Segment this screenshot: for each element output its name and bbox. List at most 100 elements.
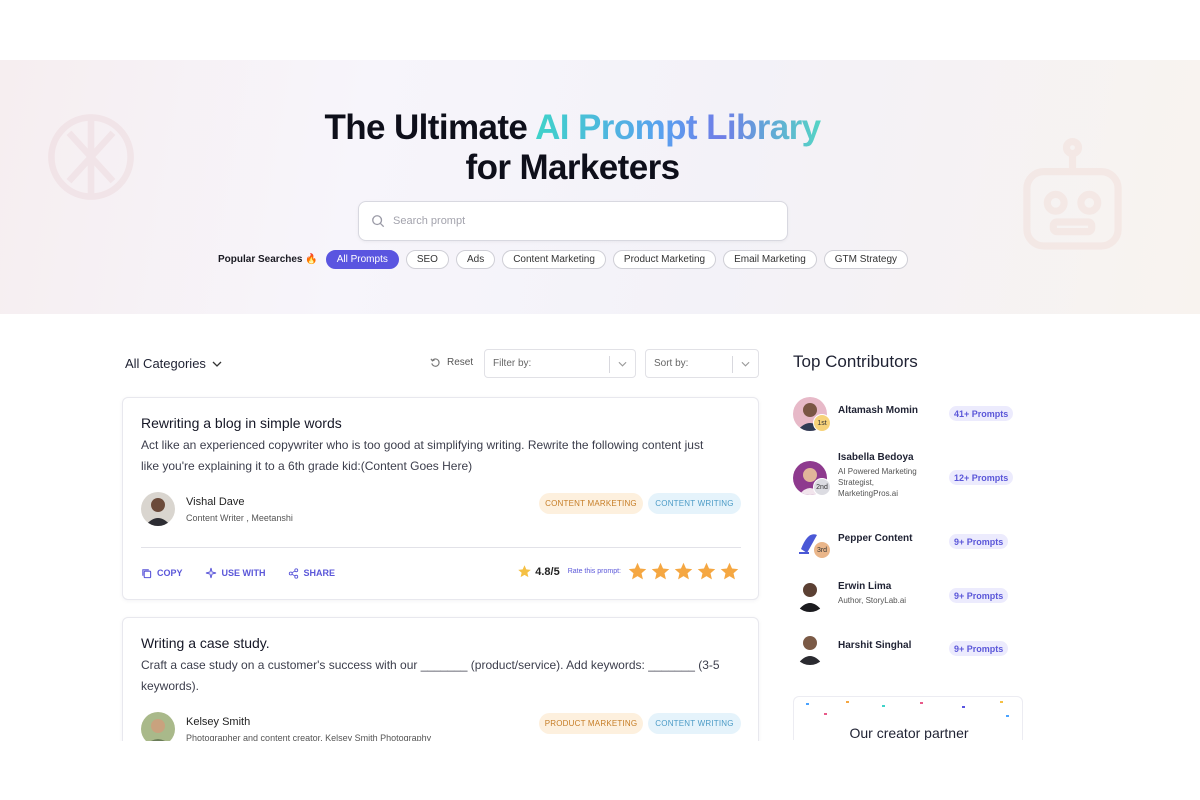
contributor-name: Pepper Content xyxy=(838,533,913,544)
share-icon xyxy=(288,567,298,579)
top-contributors-title: Top Contributors xyxy=(793,352,918,371)
contributor-item[interactable]: 3rd Pepper Content 9+ Prompts xyxy=(793,527,1033,563)
chip-content-marketing[interactable]: Content Marketing xyxy=(502,249,606,269)
rating-score: 4.8/5 xyxy=(535,565,560,578)
chip-seo[interactable]: SEO xyxy=(405,249,449,269)
hero-section: The Ultimate AI Prompt Library for Marke… xyxy=(0,60,1200,314)
contributor-name: Isabella Bedoya xyxy=(838,452,914,463)
tag-content-writing[interactable]: CONTENT WRITING xyxy=(648,493,741,514)
author-name: Vishal Dave xyxy=(186,495,245,508)
title-highlight: AI Prompt Library xyxy=(535,108,821,147)
prompt-count-badge: 9+ Prompts xyxy=(949,588,1009,603)
chip-product-marketing[interactable]: Product Marketing xyxy=(612,249,717,269)
rate-stars[interactable] xyxy=(625,561,740,582)
confetti xyxy=(824,713,827,715)
page-title: The Ultimate AI Prompt Library for Marke… xyxy=(0,108,1145,188)
use-with-label: USE WITH xyxy=(221,568,266,578)
author-name: Kelsey Smith xyxy=(186,715,251,728)
card-actions: COPY USE WITH SHARE xyxy=(141,567,357,579)
rank-badge: 2nd xyxy=(813,478,831,496)
prompt-count-badge: 9+ Prompts xyxy=(949,641,1009,656)
confetti xyxy=(882,705,885,707)
rate-star-icon[interactable] xyxy=(627,561,648,582)
viewport-bottom xyxy=(0,741,1200,800)
contributor-name: Erwin Lima xyxy=(838,581,892,592)
creator-partner-card: Our creator partner xyxy=(793,696,1023,740)
search-box[interactable] xyxy=(358,201,788,241)
tag-content-marketing[interactable]: CONTENT MARKETING xyxy=(539,493,643,514)
select-separator xyxy=(732,356,733,373)
avatar xyxy=(793,578,827,612)
avatar xyxy=(141,492,175,526)
title-part1: The Ultimate xyxy=(324,108,536,147)
filter-toolbar: All Categories Reset Filter by: Sort by: xyxy=(122,349,759,378)
contributor-name: Harshit Singhal xyxy=(838,640,912,651)
use-with-button[interactable]: USE WITH xyxy=(205,567,266,579)
creator-partner-title: Our creator partner xyxy=(849,725,969,740)
copy-icon xyxy=(142,568,152,578)
rank-badge: 3rd xyxy=(813,541,831,559)
prompt-count-badge: 12+ Prompts xyxy=(949,470,1014,485)
all-categories-label: All Categories xyxy=(125,356,206,371)
card-divider xyxy=(141,547,741,548)
sort-by-select[interactable]: Sort by: xyxy=(645,349,759,378)
chip-ads[interactable]: Ads xyxy=(455,249,496,269)
contributor-item[interactable]: Erwin Lima Author, StoryLab.ai 9+ Prompt… xyxy=(793,578,1033,614)
sort-by-label: Sort by: xyxy=(654,358,689,369)
rating-area: 4.8/5 Rate this prompt: xyxy=(517,561,740,582)
prompt-title: Writing a case study. xyxy=(141,635,270,651)
prompt-text: Act like an experienced copywriter who i… xyxy=(141,438,704,473)
reset-label: Reset xyxy=(447,357,474,368)
prompt-title: Rewriting a blog in simple words xyxy=(141,415,342,431)
filter-by-label: Filter by: xyxy=(493,358,532,369)
tag-product-marketing[interactable]: PRODUCT MARKETING xyxy=(539,713,643,734)
prompt-count-badge: 9+ Prompts xyxy=(949,534,1009,549)
contributor-item[interactable]: 1st Altamash Momin 41+ Prompts xyxy=(793,397,1033,437)
sparkle-icon xyxy=(205,567,216,579)
contributor-item[interactable]: Harshit Singhal 9+ Prompts xyxy=(793,631,1033,667)
contributor-name: Altamash Momin xyxy=(838,405,919,416)
contributor-role: Author, StoryLab.ai xyxy=(838,596,907,605)
confetti xyxy=(806,703,809,705)
rate-star-icon[interactable] xyxy=(650,561,671,582)
reset-button[interactable]: Reset xyxy=(430,357,473,368)
confetti xyxy=(962,706,965,708)
prompt-author[interactable]: Vishal Dave Content Writer , Meetanshi xyxy=(141,492,293,526)
rate-star-icon[interactable] xyxy=(696,561,717,582)
role-line: MarketingPros.ai xyxy=(838,489,899,498)
copy-label: COPY xyxy=(157,568,183,578)
contributor-role: AI Powered Marketing Strategist, Marketi… xyxy=(838,466,917,499)
title-part2: for Marketers xyxy=(465,148,681,187)
share-label: SHARE xyxy=(303,568,336,578)
prompt-card[interactable]: Writing a case study. Craft a case study… xyxy=(122,617,759,757)
rank-badge: 1st xyxy=(813,414,831,432)
search-input[interactable] xyxy=(393,215,753,227)
contributor-item[interactable]: 2nd Isabella Bedoya AI Powered Marketing… xyxy=(793,451,1033,501)
filter-by-select[interactable]: Filter by: xyxy=(484,349,636,378)
chip-gtm-strategy[interactable]: GTM Strategy xyxy=(823,249,909,269)
author-role: Content Writer , Meetanshi xyxy=(186,512,293,523)
prompt-card[interactable]: Rewriting a blog in simple words Act lik… xyxy=(122,397,759,600)
reset-icon xyxy=(430,358,440,367)
role-line: Strategist, xyxy=(838,478,875,487)
select-separator xyxy=(609,356,610,373)
rate-star-icon[interactable] xyxy=(673,561,694,582)
prompt-count-badge: 41+ Prompts xyxy=(949,406,1014,421)
rate-prompt-label: Rate this prompt: xyxy=(567,568,621,575)
share-button[interactable]: SHARE xyxy=(288,567,336,579)
popular-searches-label: Popular Searches 🔥 xyxy=(218,253,318,265)
confetti xyxy=(1000,701,1003,703)
all-categories-dropdown[interactable]: All Categories xyxy=(125,356,222,371)
role-line: AI Powered Marketing xyxy=(838,467,917,476)
chevron-down-icon xyxy=(741,361,750,367)
tag-content-writing[interactable]: CONTENT WRITING xyxy=(648,713,741,734)
avatar xyxy=(793,631,827,665)
copy-button[interactable]: COPY xyxy=(141,568,183,579)
chip-all-prompts[interactable]: All Prompts xyxy=(325,249,399,269)
confetti xyxy=(920,702,923,704)
chip-email-marketing[interactable]: Email Marketing xyxy=(723,249,817,269)
chevron-down-icon xyxy=(618,361,627,367)
star-icon xyxy=(518,565,531,578)
rate-star-icon[interactable] xyxy=(719,561,740,582)
chevron-down-icon xyxy=(212,361,222,367)
